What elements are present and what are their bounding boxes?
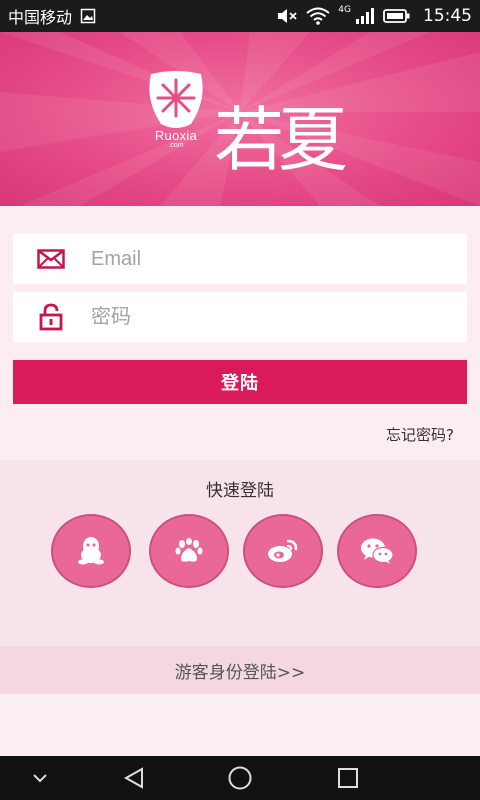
app-title: 若夏 [214,99,348,181]
battery-icon [383,8,411,24]
login-screen: 中国移动 4G 15:45 Ruoxia .com 若夏 Email 登陆 忘记… [0,0,480,800]
envelope-icon [13,249,89,269]
bottom-spacer [0,694,480,756]
guest-login-link[interactable]: 游客身份登陆>> [0,646,480,694]
image-icon [80,8,96,24]
brand-header: Ruoxia .com 若夏 [0,32,480,206]
wechat-login-button[interactable] [337,514,417,588]
carrier-label: 中国移动 [8,8,73,27]
login-form: 登陆 忘记密码? [0,206,480,460]
wechat-icon [361,538,394,564]
email-input[interactable] [89,246,433,272]
qq-login-button[interactable] [51,514,131,588]
quick-login-title: 快速登陆 [206,481,274,501]
password-field[interactable] [13,292,467,342]
login-button[interactable]: 登陆 [13,360,467,404]
brand-name: Ruoxia [154,128,198,143]
network-type: 4G [338,5,351,15]
paw-icon [175,538,203,562]
home-icon[interactable] [218,756,262,800]
flower-logo-icon [149,71,203,128]
weibo-login-button[interactable] [243,514,323,588]
back-icon[interactable] [112,756,156,800]
navigation-bar [0,756,480,800]
recents-icon[interactable] [326,756,370,800]
qq-icon [78,537,104,565]
weibo-icon [268,539,298,562]
signal-icon [355,7,375,25]
quick-login-section: 快速登陆 [0,460,480,646]
wifi-icon [306,7,330,25]
mute-icon [276,7,298,25]
password-input[interactable] [89,304,433,330]
clock: 15:45 [423,6,472,26]
baidu-login-button[interactable] [149,514,229,588]
chevron-down-icon[interactable] [20,756,60,800]
email-field[interactable] [13,234,467,284]
brand-suffix: .com [168,142,184,149]
status-bar: 中国移动 4G 15:45 [0,0,480,32]
forgot-password-link[interactable]: 忘记密码? [386,424,454,445]
lock-icon [13,303,89,331]
